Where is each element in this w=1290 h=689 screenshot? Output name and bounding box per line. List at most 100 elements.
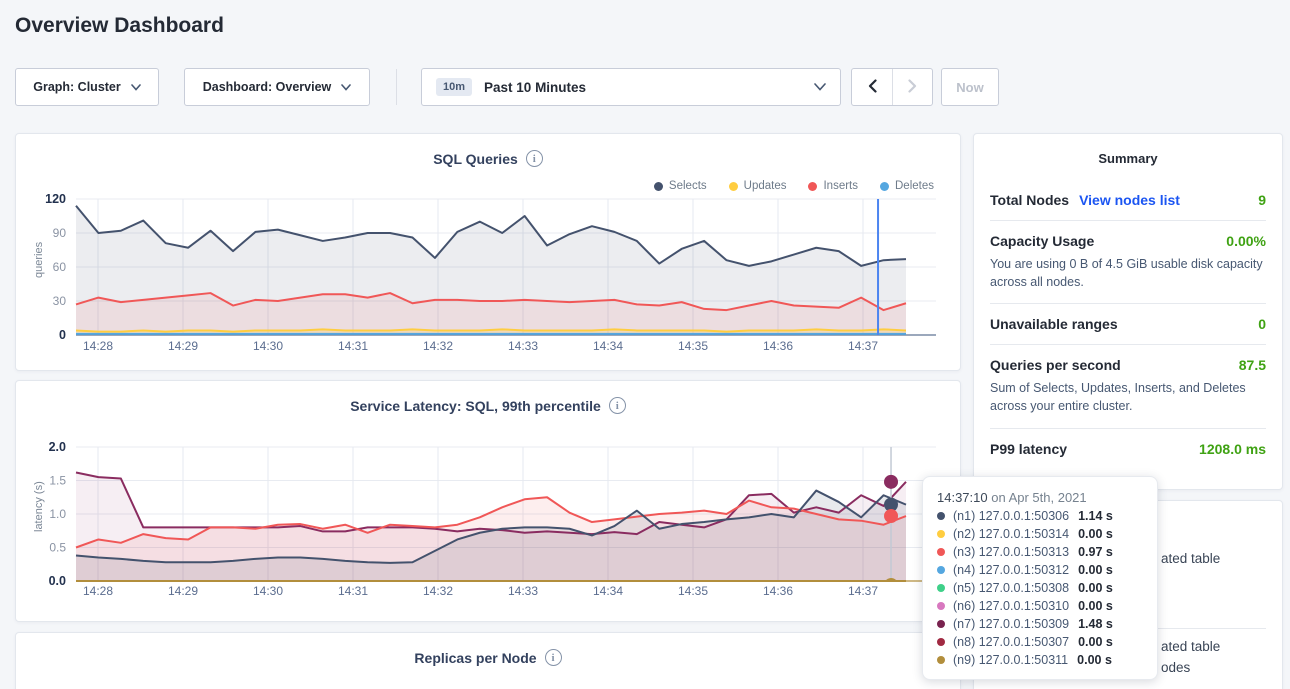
svg-text:14:28: 14:28 xyxy=(83,584,113,598)
time-range-badge: 10m xyxy=(436,78,472,96)
svg-text:14:37: 14:37 xyxy=(848,584,878,598)
svg-text:14:32: 14:32 xyxy=(423,584,453,598)
tooltip-node-value: 0.00 s xyxy=(1078,563,1113,577)
svg-text:14:33: 14:33 xyxy=(508,584,538,598)
svg-text:14:31: 14:31 xyxy=(338,339,368,353)
sql-queries-title: SQL Queries xyxy=(433,151,518,167)
node-dot-icon xyxy=(937,638,945,646)
tooltip-row: (n4) 127.0.0.1:503120.00 s xyxy=(937,561,1143,579)
legend-dot-icon xyxy=(729,182,738,191)
capacity-usage-label: Capacity Usage xyxy=(990,233,1094,249)
qps-value: 87.5 xyxy=(1239,357,1266,373)
chevron-down-icon xyxy=(814,83,826,91)
overview-dashboard-page: Overview Dashboard Graph: Cluster Dashbo… xyxy=(0,0,1290,689)
svg-text:0.5: 0.5 xyxy=(49,541,66,555)
svg-text:90: 90 xyxy=(53,226,67,240)
prev-range-button[interactable] xyxy=(852,69,892,105)
legend-label: Updates xyxy=(744,180,787,192)
page-title: Overview Dashboard xyxy=(15,14,224,38)
graph-dropdown[interactable]: Graph: Cluster xyxy=(15,68,159,106)
summary-row-p99-latency: P99 latency 1208.0 ms xyxy=(990,429,1266,469)
svg-text:14:36: 14:36 xyxy=(763,339,793,353)
controls-bar: Graph: Cluster Dashboard: Overview 10m P… xyxy=(15,68,999,106)
tooltip-node-value: 0.97 s xyxy=(1078,545,1113,559)
replicas-title-row: Replicas per Node i xyxy=(16,633,960,666)
svg-text:1.0: 1.0 xyxy=(49,507,66,521)
sql-queries-chart[interactable]: 030609012014:2814:2914:3014:3114:3214:33… xyxy=(16,192,962,364)
tooltip-node-value: 1.48 s xyxy=(1078,617,1113,631)
svg-text:14:36: 14:36 xyxy=(763,584,793,598)
now-button[interactable]: Now xyxy=(941,68,999,106)
info-icon[interactable]: i xyxy=(526,150,543,167)
svg-text:14:32: 14:32 xyxy=(423,339,453,353)
tooltip-row: (n1) 127.0.0.1:503061.14 s xyxy=(937,507,1143,525)
tooltip-node-value: 0.00 s xyxy=(1078,581,1113,595)
tooltip-node-label: (n9) 127.0.0.1:50311 xyxy=(953,653,1068,667)
graph-dropdown-label: Graph: Cluster xyxy=(33,80,121,94)
capacity-usage-value: 0.00% xyxy=(1226,233,1266,249)
summary-row-total-nodes: Total Nodes View nodes list 9 xyxy=(990,180,1266,221)
svg-text:120: 120 xyxy=(45,192,66,206)
legend-label: Selects xyxy=(669,180,707,192)
qps-desc: Sum of Selects, Updates, Inserts, and De… xyxy=(990,379,1266,415)
time-range-label: Past 10 Minutes xyxy=(484,80,586,95)
tooltip-row: (n6) 127.0.0.1:503100.00 s xyxy=(937,597,1143,615)
tooltip-timestamp: 14:37:10 on Apr 5th, 2021 xyxy=(937,489,1143,507)
legend-dot-icon xyxy=(654,182,663,191)
legend-item-selects[interactable]: Selects xyxy=(654,180,707,192)
tooltip-row: (n9) 127.0.0.1:50311 0.00 s xyxy=(937,651,1143,669)
chevron-left-icon xyxy=(868,79,877,96)
legend-dot-icon xyxy=(808,182,817,191)
node-dot-icon xyxy=(937,566,945,574)
total-nodes-label: Total Nodes xyxy=(990,192,1069,208)
service-latency-chart[interactable]: 0.00.51.01.52.014:2814:2914:3014:3114:32… xyxy=(16,439,962,611)
svg-text:14:28: 14:28 xyxy=(83,339,113,353)
svg-text:30: 30 xyxy=(53,294,67,308)
node-dot-icon xyxy=(937,548,945,556)
info-icon[interactable]: i xyxy=(545,649,562,666)
legend-label: Deletes xyxy=(895,180,934,192)
svg-text:14:37: 14:37 xyxy=(848,339,878,353)
dashboard-dropdown-label: Dashboard: Overview xyxy=(203,80,332,94)
capacity-usage-desc: You are using 0 B of 4.5 GiB usable disk… xyxy=(990,255,1266,291)
svg-text:0.0: 0.0 xyxy=(49,574,66,588)
tooltip-node-value: 0.00 s xyxy=(1077,653,1112,667)
chevron-down-icon xyxy=(341,84,351,91)
svg-text:14:29: 14:29 xyxy=(168,339,198,353)
p99-latency-value: 1208.0 ms xyxy=(1199,441,1266,457)
tooltip-node-label: (n1) 127.0.0.1:50306 xyxy=(953,509,1069,523)
time-range-selector[interactable]: 10m Past 10 Minutes xyxy=(421,68,841,106)
summary-row-unavailable-ranges: Unavailable ranges 0 xyxy=(990,304,1266,345)
sql-queries-title-row: SQL Queries i xyxy=(16,134,960,167)
summary-row-qps: Queries per second 87.5 Sum of Selects, … xyxy=(990,345,1266,428)
event-item-fragment: odes xyxy=(1161,660,1190,675)
dashboard-dropdown[interactable]: Dashboard: Overview xyxy=(184,68,370,106)
tooltip-date: on Apr 5th, 2021 xyxy=(991,490,1086,505)
svg-text:14:31: 14:31 xyxy=(338,584,368,598)
svg-text:60: 60 xyxy=(53,260,67,274)
controls-divider xyxy=(396,69,397,105)
legend-item-updates[interactable]: Updates xyxy=(729,180,787,192)
svg-text:14:30: 14:30 xyxy=(253,584,283,598)
chevron-right-icon xyxy=(908,79,917,96)
replicas-per-node-title: Replicas per Node xyxy=(414,650,536,666)
view-nodes-list-link[interactable]: View nodes list xyxy=(1079,192,1180,208)
event-item-fragment: ated table xyxy=(1161,551,1220,566)
tooltip-node-label: (n5) 127.0.0.1:50308 xyxy=(953,581,1069,595)
svg-text:1.5: 1.5 xyxy=(49,474,66,488)
tooltip-node-label: (n8) 127.0.0.1:50307 xyxy=(953,635,1069,649)
legend-label: Inserts xyxy=(823,180,858,192)
summary-title: Summary xyxy=(990,134,1266,180)
unavailable-ranges-label: Unavailable ranges xyxy=(990,316,1118,332)
legend-item-inserts[interactable]: Inserts xyxy=(808,180,858,192)
next-range-button[interactable] xyxy=(892,69,932,105)
tooltip-node-label: (n3) 127.0.0.1:50313 xyxy=(953,545,1069,559)
legend-item-deletes[interactable]: Deletes xyxy=(880,180,934,192)
total-nodes-value: 9 xyxy=(1258,192,1266,208)
svg-text:14:33: 14:33 xyxy=(508,339,538,353)
replicas-per-node-card: Replicas per Node i xyxy=(15,632,961,689)
tooltip-row: (n8) 127.0.0.1:503070.00 s xyxy=(937,633,1143,651)
node-dot-icon xyxy=(937,620,945,628)
info-icon[interactable]: i xyxy=(609,397,626,414)
svg-text:14:34: 14:34 xyxy=(593,584,623,598)
